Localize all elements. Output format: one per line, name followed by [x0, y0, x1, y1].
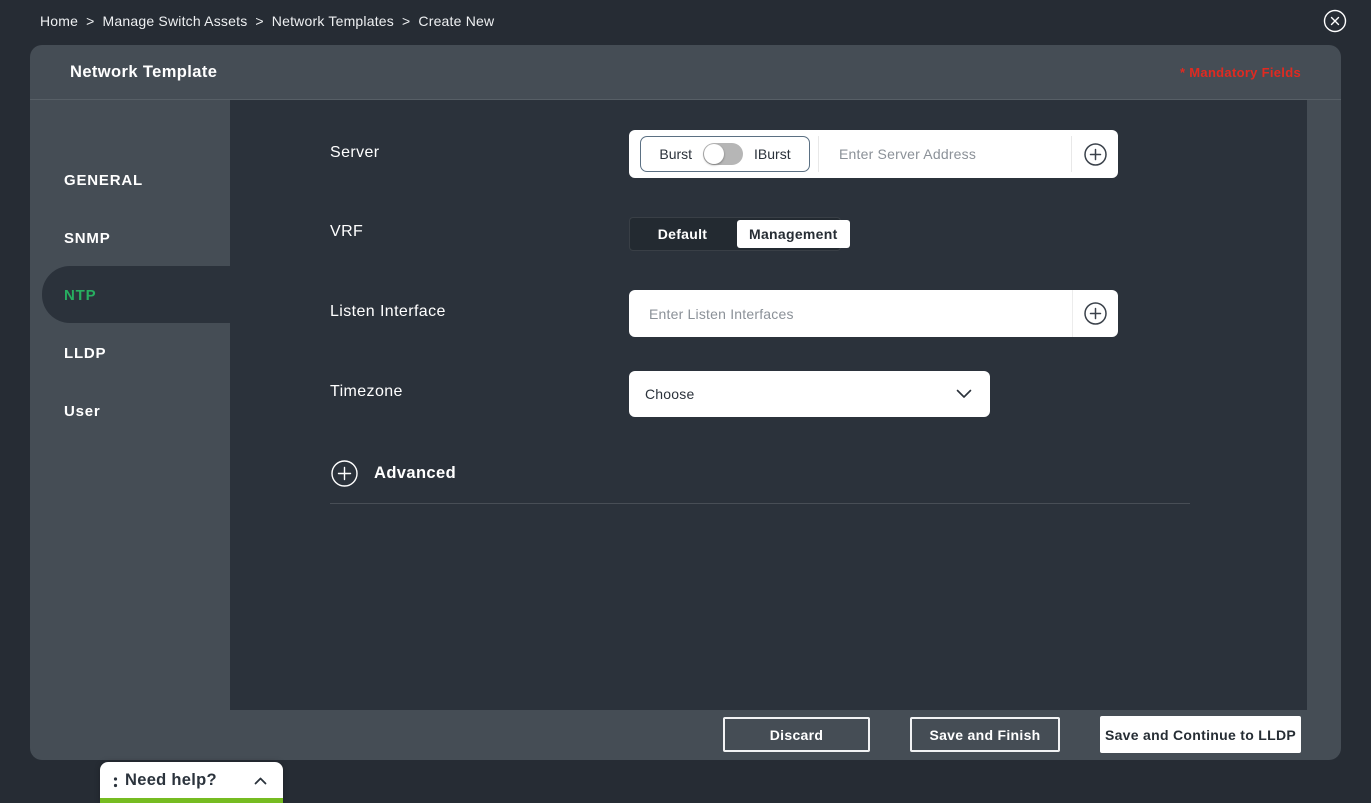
chevron-down-icon: [956, 389, 972, 399]
server-label: Server: [330, 144, 380, 162]
listen-interface-card: [629, 290, 1118, 337]
burst-iburst-toggle-group[interactable]: Burst IBurst: [640, 136, 810, 172]
advanced-expander[interactable]: Advanced: [331, 460, 456, 487]
chevron-up-icon: [254, 777, 267, 785]
close-icon: [1323, 9, 1347, 33]
network-template-panel: Network Template * Mandatory Fields GENE…: [30, 45, 1341, 760]
need-help-label: Need help?: [125, 771, 217, 790]
server-address-input[interactable]: [819, 136, 1071, 172]
discard-button[interactable]: Discard: [723, 717, 870, 752]
sidebar-item-user[interactable]: User: [64, 397, 101, 425]
advanced-divider: [330, 503, 1190, 504]
vrf-label: VRF: [330, 223, 363, 241]
breadcrumb-manage-switch-assets[interactable]: Manage Switch Assets: [103, 13, 248, 29]
breadcrumb-separator: >: [86, 13, 94, 29]
timezone-label: Timezone: [330, 383, 403, 401]
need-help-accent-bar: [100, 798, 283, 803]
save-and-finish-button[interactable]: Save and Finish: [910, 717, 1060, 752]
help-dots-icon: [113, 773, 118, 789]
sidebar-item-ntp[interactable]: NTP: [64, 281, 96, 309]
close-button[interactable]: [1323, 9, 1347, 33]
listen-interface-input[interactable]: [629, 290, 1072, 337]
breadcrumb-create-new: Create New: [418, 13, 494, 29]
add-server-button[interactable]: [1072, 136, 1118, 172]
vrf-segmented-control: Default Management: [629, 217, 841, 251]
listen-interface-label: Listen Interface: [330, 303, 446, 321]
breadcrumb: Home > Manage Switch Assets > Network Te…: [0, 0, 1371, 42]
timezone-value: Choose: [645, 386, 694, 402]
circle-plus-icon: [1084, 302, 1107, 325]
advanced-label: Advanced: [374, 464, 456, 483]
iburst-label: IBurst: [754, 146, 791, 162]
ntp-form: Server Burst IBurst VRF Def: [230, 100, 1307, 710]
timezone-select[interactable]: Choose: [629, 371, 990, 417]
mandatory-fields-note: * Mandatory Fields: [1180, 65, 1301, 80]
breadcrumb-separator: >: [402, 13, 410, 29]
server-card: Burst IBurst: [629, 130, 1118, 178]
sidebar-item-lldp[interactable]: LLDP: [64, 339, 106, 367]
vrf-option-default[interactable]: Default: [630, 218, 735, 250]
sidebar-item-general[interactable]: GENERAL: [64, 166, 143, 194]
save-and-continue-button[interactable]: Save and Continue to LLDP: [1100, 716, 1301, 753]
vrf-option-management[interactable]: Management: [737, 220, 850, 248]
server-address-input-wrap: [818, 136, 1072, 172]
add-listen-interface-button[interactable]: [1072, 290, 1118, 337]
burst-iburst-switch[interactable]: [703, 143, 743, 165]
sidebar-item-snmp[interactable]: SNMP: [64, 224, 111, 252]
listen-interface-input-wrap: [629, 290, 1072, 337]
burst-label: Burst: [659, 146, 692, 162]
switch-knob: [704, 144, 724, 164]
sidebar: GENERAL SNMP NTP LLDP User: [30, 100, 230, 760]
breadcrumb-separator: >: [255, 13, 263, 29]
page-title: Network Template: [70, 63, 217, 82]
breadcrumb-network-templates[interactable]: Network Templates: [272, 13, 394, 29]
breadcrumb-home[interactable]: Home: [40, 13, 78, 29]
circle-plus-icon: [331, 460, 358, 487]
panel-header: Network Template * Mandatory Fields: [30, 45, 1341, 100]
need-help-widget[interactable]: Need help?: [100, 762, 283, 803]
footer-actions: Discard Save and Finish Save and Continu…: [723, 716, 1301, 753]
circle-plus-icon: [1084, 143, 1107, 166]
